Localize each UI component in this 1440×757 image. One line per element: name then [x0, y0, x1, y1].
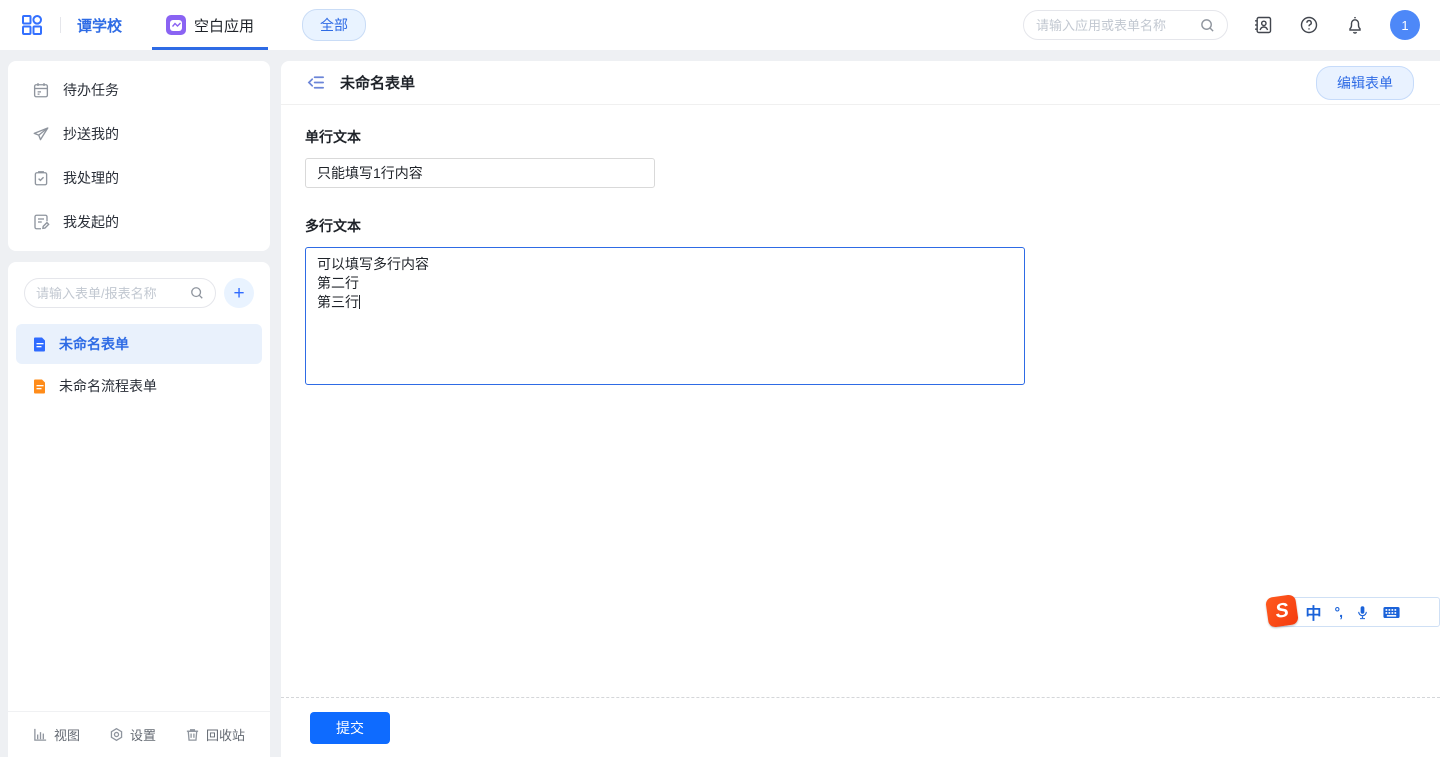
- bar-chart-icon: [33, 727, 48, 742]
- workspace-name[interactable]: 谭学校: [77, 15, 122, 36]
- ime-keyboard-icon[interactable]: [1383, 606, 1400, 619]
- gear-icon: [109, 727, 124, 742]
- recycle-bin-label: 回收站: [206, 725, 245, 744]
- multi-line-text-value: 可以填写多行内容 第二行 第三行: [317, 256, 429, 310]
- sidebar-item-label: 我发起的: [63, 212, 119, 232]
- single-line-text-input[interactable]: [305, 158, 655, 188]
- send-icon: [32, 125, 50, 143]
- edit-form-button[interactable]: 编辑表单: [1316, 66, 1414, 100]
- sidebar: 待办任务 抄送我的 我处理的: [8, 61, 270, 757]
- app-tab-label: 空白应用: [194, 15, 254, 36]
- notifications-bell-icon[interactable]: [1344, 14, 1366, 36]
- sidebar-item-started-by-me[interactable]: 我发起的: [8, 200, 270, 244]
- tab-blank-app[interactable]: 空白应用: [166, 0, 254, 50]
- sidebar-item-label: 我处理的: [63, 168, 119, 188]
- settings-label: 设置: [130, 725, 156, 744]
- sidebar-item-cc-to-me[interactable]: 抄送我的: [8, 112, 270, 156]
- form-item-label: 未命名表单: [59, 334, 129, 354]
- single-line-field-label: 单行文本: [305, 127, 1416, 147]
- search-icon: [1200, 18, 1215, 33]
- avatar[interactable]: 1: [1390, 10, 1420, 40]
- settings-button[interactable]: 设置: [109, 725, 156, 744]
- trash-icon: [185, 727, 200, 742]
- task-nav-card: 待办任务 抄送我的 我处理的: [8, 61, 270, 251]
- main-header: 未命名表单 编辑表单: [281, 61, 1440, 105]
- add-form-button[interactable]: +: [224, 278, 254, 308]
- topbar-right: 1: [1023, 10, 1420, 40]
- multi-line-textarea[interactable]: 可以填写多行内容 第二行 第三行: [305, 247, 1025, 385]
- ime-punctuation-toggle[interactable]: °,: [1335, 604, 1343, 620]
- global-search[interactable]: [1023, 10, 1228, 40]
- sogou-ime-logo-icon[interactable]: S: [1266, 594, 1300, 628]
- form-doc-icon: [32, 336, 48, 352]
- active-tab-underline: [152, 47, 268, 50]
- collapse-sidebar-icon[interactable]: [307, 73, 326, 92]
- sidebar-item-label: 待办任务: [63, 80, 119, 100]
- ime-toolbar: S 中 °,: [1270, 597, 1440, 627]
- clipboard-check-icon: [32, 169, 50, 187]
- submit-button[interactable]: 提交: [310, 712, 390, 744]
- forms-card: + 未命名表单 未命名流程表单: [8, 262, 270, 757]
- search-icon: [190, 286, 204, 300]
- ime-chinese-mode-toggle[interactable]: 中: [1305, 600, 1321, 624]
- calendar-icon: [32, 81, 50, 99]
- form-item-untitled-flow-form[interactable]: 未命名流程表单: [16, 366, 262, 406]
- flow-form-doc-icon: [32, 378, 48, 394]
- recycle-bin-button[interactable]: 回收站: [185, 725, 245, 744]
- form-search-row: +: [8, 278, 270, 308]
- views-button[interactable]: 视图: [33, 725, 80, 744]
- global-search-input[interactable]: [1036, 18, 1192, 33]
- main-panel: 未命名表单 编辑表单 单行文本 多行文本 可以填写多行内容 第二行 第三行 S …: [281, 61, 1440, 757]
- sidebar-item-handled-by-me[interactable]: 我处理的: [8, 156, 270, 200]
- sidebar-footer: 视图 设置 回收站: [8, 711, 270, 757]
- divider: [60, 17, 61, 33]
- form-body: 单行文本 多行文本 可以填写多行内容 第二行 第三行 S 中 °,: [281, 105, 1440, 697]
- page-title: 未命名表单: [340, 72, 415, 93]
- help-icon[interactable]: [1298, 14, 1320, 36]
- ime-toolbox-icon[interactable]: [1413, 604, 1429, 620]
- sidebar-item-todo-tasks[interactable]: 待办任务: [8, 68, 270, 112]
- submit-area: 提交: [281, 697, 1440, 757]
- text-cursor: [359, 295, 360, 309]
- topbar: 谭学校 空白应用 全部: [0, 0, 1440, 50]
- form-search-input[interactable]: [36, 286, 184, 301]
- app-icon: [166, 15, 186, 35]
- ime-microphone-icon[interactable]: [1355, 605, 1370, 620]
- form-item-untitled-form[interactable]: 未命名表单: [16, 324, 262, 364]
- sidebar-item-label: 抄送我的: [63, 124, 119, 144]
- views-label: 视图: [54, 725, 80, 744]
- form-list: 未命名表单 未命名流程表单: [8, 324, 270, 406]
- apps-grid-icon[interactable]: [20, 13, 44, 37]
- form-item-label: 未命名流程表单: [59, 376, 157, 396]
- filter-all-pill[interactable]: 全部: [302, 9, 366, 41]
- contacts-icon[interactable]: [1252, 14, 1274, 36]
- edit-doc-icon: [32, 213, 50, 231]
- form-search[interactable]: [24, 278, 216, 308]
- multi-line-field-label: 多行文本: [305, 216, 1416, 236]
